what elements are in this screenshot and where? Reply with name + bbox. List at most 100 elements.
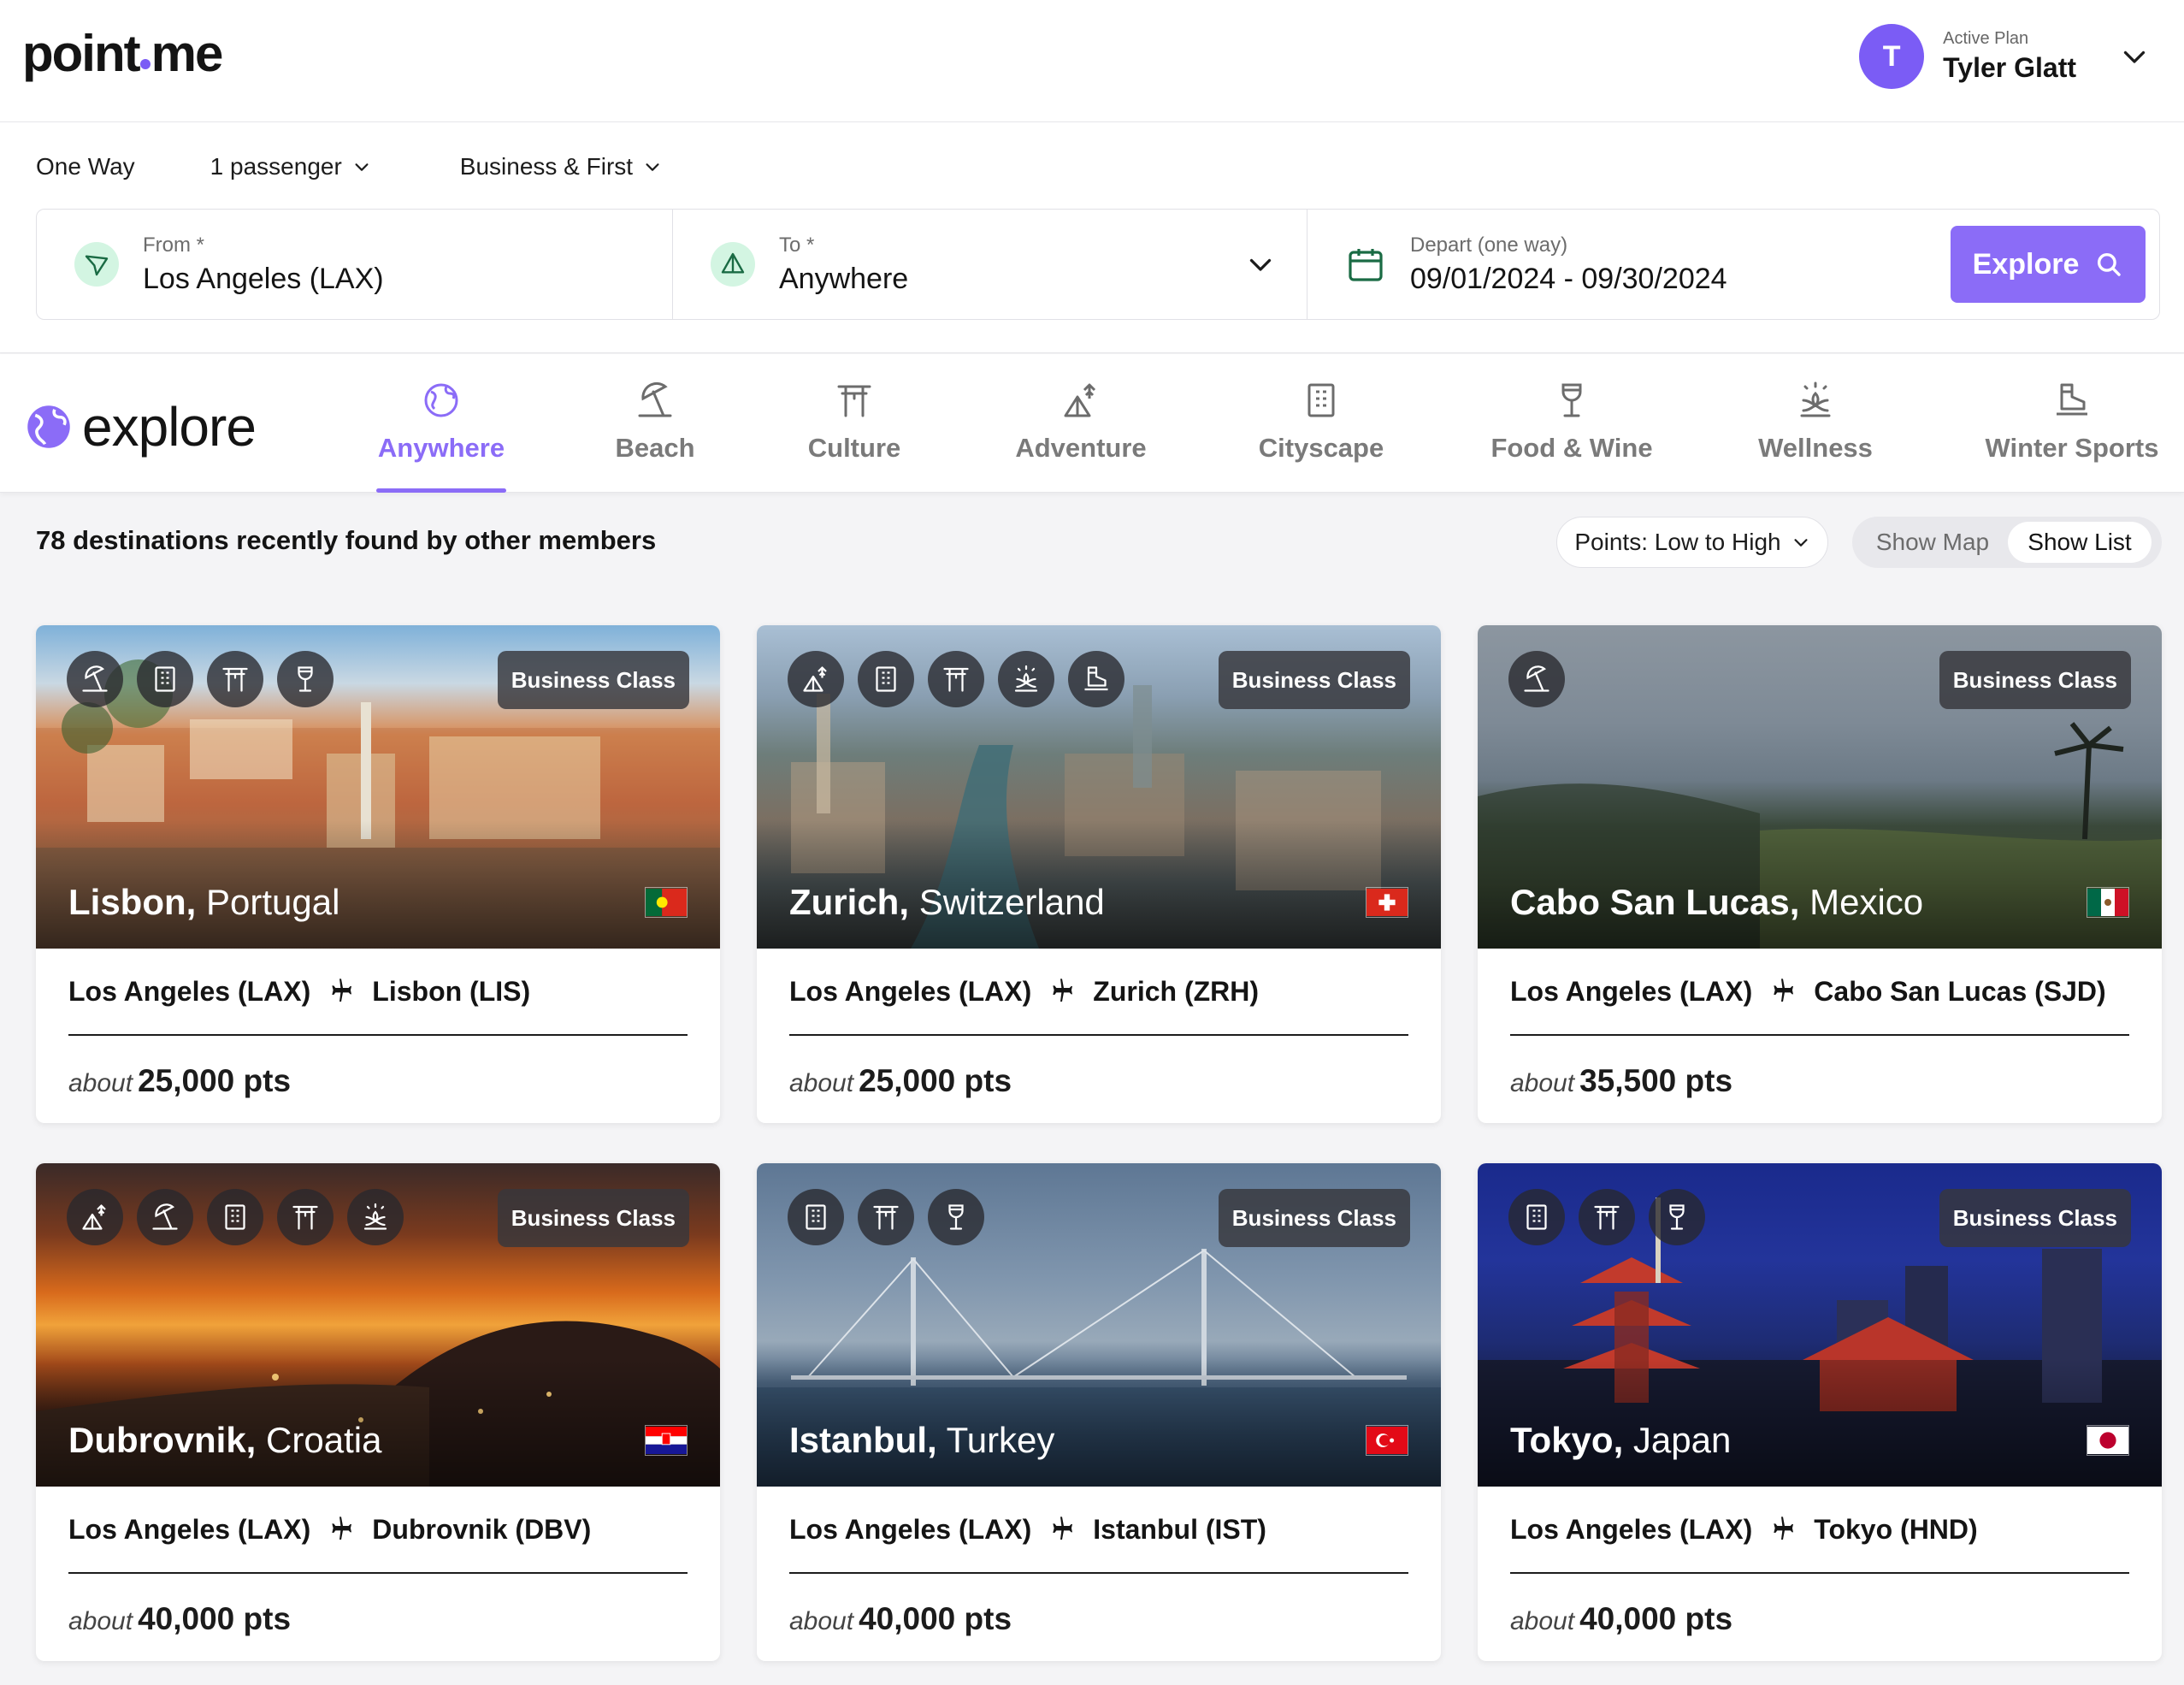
destination-airport: Dubrovnik (DBV)	[372, 1514, 592, 1545]
tab-winter-sports[interactable]: Winter Sports	[1982, 380, 2162, 493]
chevron-down-icon	[1794, 539, 1808, 547]
price-qualifier: about	[68, 1607, 133, 1635]
globe-icon	[424, 383, 458, 417]
points-price: about 40,000 pts	[789, 1601, 1012, 1637]
airplane-icon	[1774, 1516, 1794, 1540]
explore-title: explore	[82, 396, 257, 458]
destination-photo: Business Class Dubrovnik, Croatia	[36, 1163, 720, 1487]
airplane-icon	[1053, 978, 1073, 1002]
flight-route: Los Angeles (LAX) Cabo San Lucas (SJD)	[1510, 976, 2129, 1036]
destination-photo: Business Class Cabo San Lucas, Mexico	[1478, 625, 2162, 949]
points-value: 40,000 pts	[859, 1601, 1012, 1636]
chevron-down-icon	[355, 163, 369, 171]
logo-text-right: me	[151, 25, 224, 82]
globe-logo-icon	[27, 405, 70, 448]
destination-card-lisbon[interactable]: Business Class Lisbon, Portugal Los Ange…	[36, 625, 720, 1123]
from-value: Los Angeles (LAX)	[143, 262, 384, 295]
explore-button[interactable]: Explore	[1951, 226, 2146, 303]
logo-dot	[139, 59, 151, 69]
passenger-select[interactable]: 1 passenger	[210, 153, 371, 180]
to-field[interactable]: To * Anywhere	[673, 210, 1307, 319]
points-price: about 40,000 pts	[1510, 1601, 1732, 1637]
destination-photo: Business Class Lisbon, Portugal	[36, 625, 720, 949]
destination-airport: Lisbon (LIS)	[372, 976, 531, 1007]
destination-name: Cabo San Lucas, Mexico	[1510, 882, 1923, 923]
destination-name: Tokyo, Japan	[1510, 1420, 1731, 1461]
tab-beach[interactable]: Beach	[615, 380, 695, 493]
country-name: Mexico	[1809, 882, 1924, 922]
tab-culture[interactable]: Culture	[806, 380, 903, 493]
top-header: point me T Active Plan Tyler Glatt	[0, 0, 2184, 122]
destination-airport: Tokyo (HND)	[1814, 1514, 1978, 1545]
flight-route: Los Angeles (LAX) Tokyo (HND)	[1510, 1514, 2129, 1574]
user-menu[interactable]: T Active Plan Tyler Glatt	[1859, 24, 2150, 89]
destination-card-tokyo[interactable]: Business Class Tokyo, Japan Los Angeles …	[1478, 1163, 2162, 1661]
cabin-class-badge: Business Class	[1218, 1189, 1410, 1247]
tab-label: Adventure	[1015, 433, 1147, 463]
origin-airport: Los Angeles (LAX)	[789, 1514, 1032, 1545]
points-value: 25,000 pts	[138, 1063, 292, 1098]
mexico-flag-icon	[2087, 887, 2129, 918]
building-icon	[207, 1189, 263, 1245]
category-bar: explore Anywhere Beach Culture Adventure…	[0, 354, 2184, 493]
calendar-icon	[1349, 249, 1383, 281]
city-name: Tokyo,	[1510, 1420, 1624, 1460]
logo-text-left: point	[22, 25, 141, 82]
tab-anywhere[interactable]: Anywhere	[376, 380, 506, 493]
to-label: To *	[779, 233, 815, 257]
destination-photo: Business Class Zurich, Switzerland	[757, 625, 1441, 949]
cabin-class-badge: Business Class	[1939, 1189, 2131, 1247]
tab-cityscape[interactable]: Cityscape	[1259, 380, 1384, 493]
price-qualifier: about	[1510, 1607, 1575, 1635]
destination-name: Istanbul, Turkey	[789, 1420, 1054, 1461]
city-name: Cabo San Lucas,	[1510, 882, 1800, 922]
points-value: 25,000 pts	[859, 1063, 1012, 1098]
beach-umbrella-icon	[67, 651, 123, 707]
from-field[interactable]: From * Los Angeles (LAX)	[37, 210, 673, 319]
show-list-button[interactable]: Show List	[2008, 522, 2152, 563]
turkey-flag-icon	[1366, 1425, 1408, 1456]
view-toggle: Show Map Show List	[1852, 517, 2162, 568]
country-name: Portugal	[206, 882, 340, 922]
destination-card-dubrovnik[interactable]: Business Class Dubrovnik, Croatia Los An…	[36, 1163, 720, 1661]
date-value: 09/01/2024 - 09/30/2024	[1410, 262, 1727, 295]
wine-glass-icon	[1649, 1189, 1705, 1245]
date-field[interactable]: Depart (one way) 09/01/2024 - 09/30/2024	[1307, 210, 1942, 319]
tab-label: Wellness	[1758, 433, 1873, 463]
chevron-down-icon[interactable]	[2119, 41, 2150, 72]
tab-food-wine[interactable]: Food & Wine	[1490, 380, 1653, 493]
lotus-icon	[347, 1189, 404, 1245]
points-price: about 25,000 pts	[789, 1063, 1012, 1099]
origin-airport: Los Angeles (LAX)	[1510, 1514, 1753, 1545]
show-map-button[interactable]: Show Map	[1857, 522, 2008, 563]
destination-card-istanbul[interactable]: Business Class Istanbul, Turkey Los Ange…	[757, 1163, 1441, 1661]
tab-wellness[interactable]: Wellness	[1758, 380, 1873, 493]
tab-adventure[interactable]: Adventure	[1014, 380, 1148, 493]
destination-card-zurich[interactable]: Business Class Zurich, Switzerland Los A…	[757, 625, 1441, 1123]
origin-airport: Los Angeles (LAX)	[1510, 976, 1753, 1007]
chevron-down-icon[interactable]	[1245, 249, 1276, 280]
destination-card-cabo-san-lucas[interactable]: Business Class Cabo San Lucas, Mexico Lo…	[1478, 625, 2162, 1123]
destination-airport: Cabo San Lucas (SJD)	[1814, 976, 2106, 1007]
cabin-class-badge: Business Class	[1218, 651, 1410, 709]
destination-name: Dubrovnik, Croatia	[68, 1420, 381, 1461]
points-value: 40,000 pts	[138, 1601, 292, 1636]
building-icon	[137, 651, 193, 707]
croatia-flag-icon	[645, 1425, 688, 1456]
destination-airport: Zurich (ZRH)	[1093, 976, 1260, 1007]
origin-airport: Los Angeles (LAX)	[68, 1514, 311, 1545]
airplane-icon	[1774, 978, 1794, 1002]
points-price: about 25,000 pts	[68, 1063, 291, 1099]
pointme-logo[interactable]: point me	[22, 24, 224, 83]
cabin-class-badge: Business Class	[1939, 651, 2131, 709]
destination-airport: Istanbul (IST)	[1093, 1514, 1266, 1545]
tab-label: Food & Wine	[1490, 433, 1653, 463]
cabin-select[interactable]: Business & First	[460, 153, 662, 180]
sort-select[interactable]: Points: Low to High	[1556, 517, 1828, 568]
wine-glass-icon	[928, 1189, 984, 1245]
japan-flag-icon	[2087, 1425, 2129, 1456]
avatar[interactable]: T	[1859, 24, 1925, 89]
tab-label: Culture	[807, 433, 901, 463]
trip-type-select[interactable]: One Way	[36, 153, 135, 180]
search-panel: One Way 1 passenger Business & First Fro…	[0, 122, 2184, 353]
